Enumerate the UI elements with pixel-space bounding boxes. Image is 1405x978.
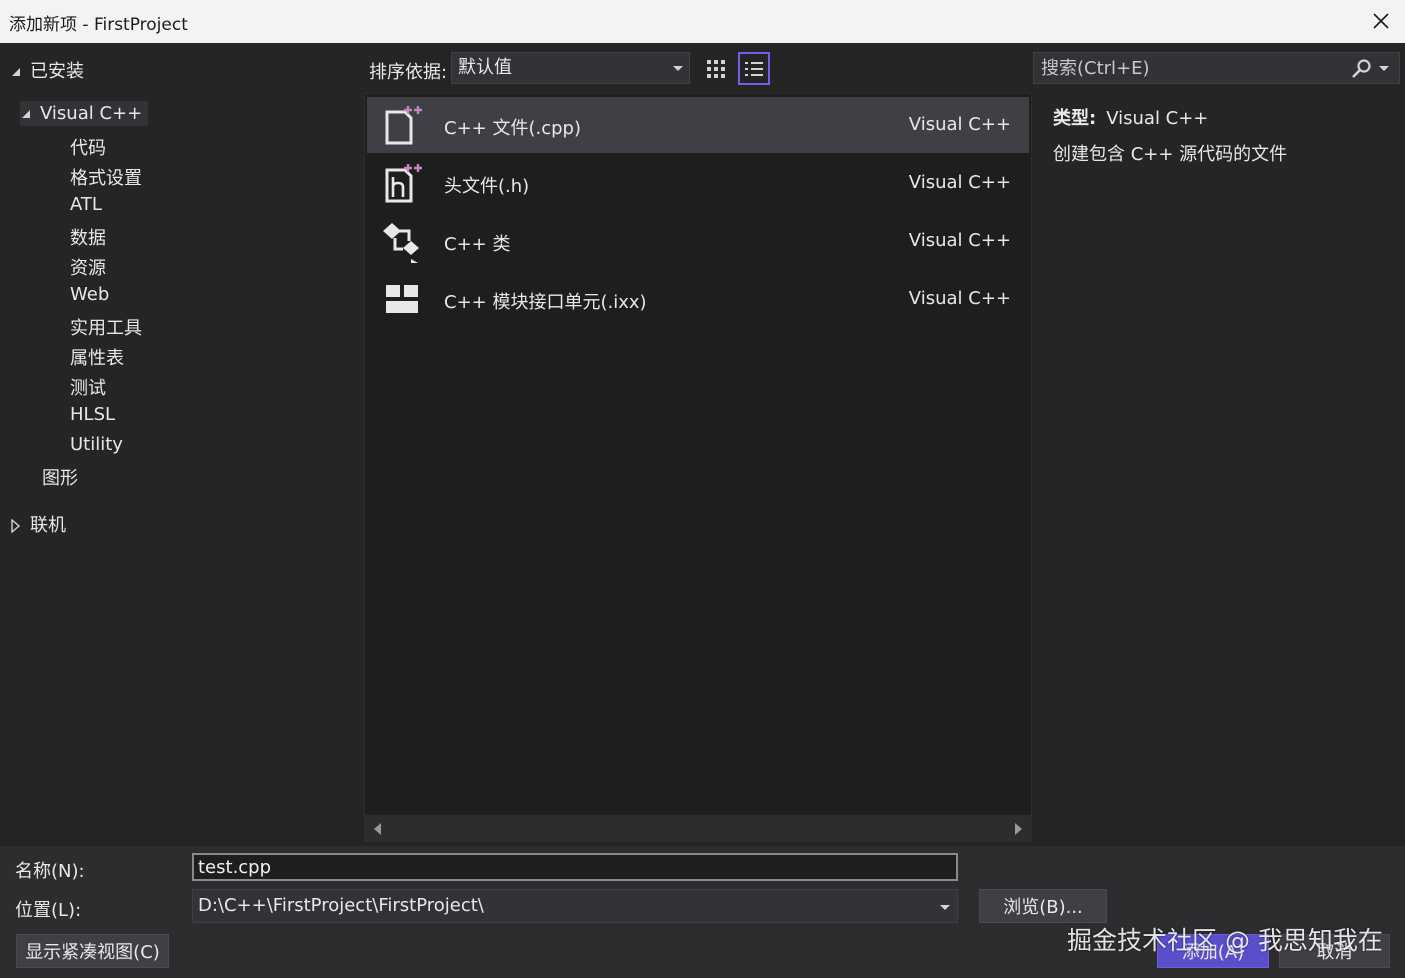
tree-item-hlsl[interactable]: HLSL <box>70 404 115 425</box>
module-interface-icon <box>386 285 418 313</box>
template-language: Visual C++ <box>908 288 1011 309</box>
tree-item-atl[interactable]: ATL <box>70 194 102 215</box>
compact-view-button[interactable]: 显示紧凑视图(C) <box>16 934 169 968</box>
browse-button[interactable]: 浏览(B)... <box>979 889 1107 923</box>
tree-item-code[interactable]: 代码 <box>70 134 106 160</box>
horizontal-scrollbar[interactable] <box>364 816 1032 842</box>
tree-item-graphics[interactable]: 图形 <box>42 464 78 490</box>
list-view-button[interactable] <box>738 52 770 85</box>
details-description: 创建包含 C++ 源代码的文件 <box>1053 144 1288 165</box>
template-row-header-file[interactable]: 头文件(.h) Visual C++ <box>367 155 1029 211</box>
name-label: 名称(N): <box>15 861 85 882</box>
header-file-icon <box>385 164 422 203</box>
small-icons-view-button[interactable] <box>700 52 732 85</box>
template-name: C++ 文件(.cpp) <box>444 118 581 139</box>
tree-item-utility[interactable]: Utility <box>70 434 123 455</box>
template-row-cpp-class[interactable]: C++ 类 Visual C++ <box>367 213 1029 269</box>
tree-item-data[interactable]: 数据 <box>70 224 106 250</box>
search-icon <box>1352 59 1371 78</box>
cpp-class-icon <box>383 223 419 263</box>
cpp-file-icon <box>385 106 422 145</box>
template-language: Visual C++ <box>908 172 1011 193</box>
grid-view-icon <box>707 59 725 78</box>
list-view-icon <box>745 61 763 76</box>
tree-item-label: Visual C++ <box>40 103 143 124</box>
tree-item-online[interactable]: 联机 <box>10 511 66 537</box>
window-title: 添加新项 - FirstProject <box>9 15 188 35</box>
tree-item-property-sheets[interactable]: 属性表 <box>70 344 124 370</box>
tree-item-resources[interactable]: 资源 <box>70 254 106 280</box>
search-box <box>1033 52 1400 84</box>
tree-item-label: 已安装 <box>30 61 84 82</box>
tree-item-visual-cpp[interactable]: Visual C++ <box>20 101 149 126</box>
location-label: 位置(L): <box>15 900 82 921</box>
tree-item-formatting[interactable]: 格式设置 <box>70 164 142 190</box>
tree-item-label: 联机 <box>30 515 66 536</box>
tree-item-utilities[interactable]: 实用工具 <box>70 314 142 340</box>
chevron-down-icon <box>940 905 950 910</box>
chevron-down-icon <box>673 66 683 71</box>
search-input[interactable] <box>1034 53 1354 83</box>
expand-triangle-icon <box>11 518 21 534</box>
tree-item-web[interactable]: Web <box>70 284 109 305</box>
search-button[interactable] <box>1351 58 1391 80</box>
details-type-label: 类型: <box>1053 108 1097 129</box>
template-row-module-interface[interactable]: C++ 模块接口单元(.ixx) Visual C++ <box>367 271 1029 327</box>
scroll-right-arrow-icon[interactable] <box>1015 823 1022 835</box>
template-row-cpp-file[interactable]: C++ 文件(.cpp) Visual C++ <box>367 97 1029 153</box>
details-type-value: Visual C++ <box>1106 108 1209 129</box>
template-name: C++ 类 <box>444 234 511 255</box>
collapse-triangle-icon <box>12 68 20 76</box>
name-field[interactable] <box>192 853 958 881</box>
sort-value: 默认值 <box>458 57 512 78</box>
tree-item-test[interactable]: 测试 <box>70 374 106 400</box>
close-icon <box>1373 13 1389 29</box>
details-type: 类型: Visual C++ <box>1053 104 1208 130</box>
location-dropdown[interactable]: D:\C++\FirstProject\FirstProject\ <box>192 889 958 923</box>
tree-item-installed[interactable]: 已安装 <box>10 57 84 83</box>
chevron-down-icon <box>1379 66 1389 71</box>
close-button[interactable] <box>1365 5 1397 37</box>
template-language: Visual C++ <box>908 230 1011 251</box>
collapse-triangle-icon <box>22 110 30 118</box>
sort-label: 排序依据: <box>369 62 448 83</box>
location-value: D:\C++\FirstProject\FirstProject\ <box>198 895 484 916</box>
watermark: 掘金技术社区 @ 我思知我在 <box>1067 926 1383 955</box>
template-name: 头文件(.h) <box>444 176 530 197</box>
title-bar: 添加新项 - FirstProject <box>0 0 1405 43</box>
template-name: C++ 模块接口单元(.ixx) <box>444 292 647 313</box>
category-tree <box>0 43 362 846</box>
scroll-left-arrow-icon[interactable] <box>374 823 381 835</box>
sort-dropdown[interactable]: 默认值 <box>451 52 690 84</box>
template-language: Visual C++ <box>908 114 1011 135</box>
